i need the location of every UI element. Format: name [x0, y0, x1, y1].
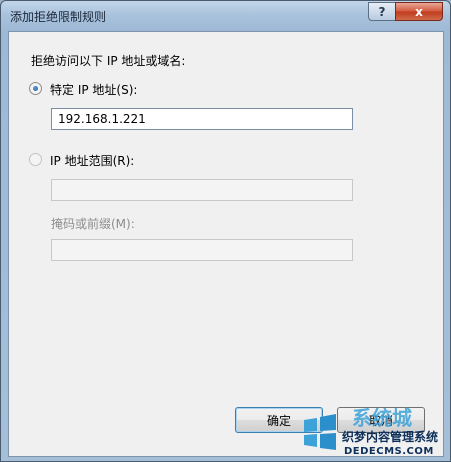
ip-range-radio[interactable]	[29, 153, 42, 166]
specific-ip-input[interactable]	[51, 108, 353, 130]
mask-label: 掩码或前缀(M):	[51, 217, 135, 231]
cancel-button[interactable]: 取消	[337, 407, 425, 433]
ip-range-input[interactable]	[51, 179, 353, 201]
deny-access-prompt: 拒绝访问以下 IP 地址或域名:	[31, 54, 186, 68]
ip-range-label: IP 地址范围(R):	[50, 154, 135, 168]
ok-button[interactable]: 确定	[235, 407, 323, 433]
window-title: 添加拒绝限制规则	[10, 10, 107, 24]
specific-ip-radio[interactable]	[29, 82, 42, 95]
dialog-window: 添加拒绝限制规则 ? x 拒绝访问以下 IP 地址或域名: 特定 IP 地址(S…	[0, 0, 451, 462]
dialog-client-area: 拒绝访问以下 IP 地址或域名: 特定 IP 地址(S): IP 地址范围(R)…	[8, 31, 444, 457]
title-bar[interactable]: 添加拒绝限制规则 ? x	[1, 1, 450, 31]
mask-input[interactable]	[51, 239, 353, 261]
help-icon: ?	[378, 4, 386, 19]
help-button[interactable]: ?	[368, 2, 396, 21]
ok-button-label: 确定	[266, 413, 291, 428]
cancel-button-label: 取消	[368, 413, 393, 428]
close-button[interactable]: x	[395, 2, 443, 21]
close-icon: x	[415, 4, 423, 19]
specific-ip-label: 特定 IP 地址(S):	[50, 83, 138, 97]
